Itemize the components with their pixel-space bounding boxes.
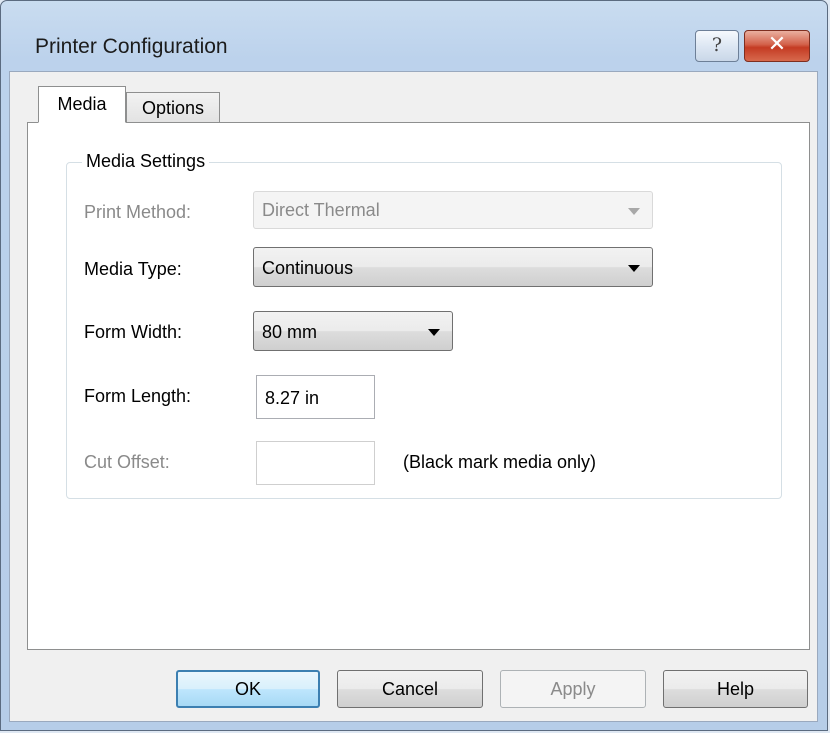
cut-offset-input [256,441,375,485]
print-method-label: Print Method: [84,202,192,222]
black-mark-note: (Black mark media only) [403,452,597,472]
media-type-label: Media Type: [84,259,182,279]
form-length-input[interactable]: 8.27 in [256,375,375,419]
form-width-select[interactable]: 80 mm [253,311,453,351]
chevron-down-icon [628,208,640,215]
chevron-down-icon [428,329,440,336]
print-method-select: Direct Thermal [253,191,653,229]
cancel-button[interactable]: Cancel [337,670,483,708]
title-bar[interactable]: Printer Configuration ? ✕ [1,1,827,71]
media-settings-group-label: Media Settings [82,151,210,172]
title-help-button[interactable]: ? [695,30,739,62]
question-mark-icon: ? [711,34,723,56]
media-type-select[interactable]: Continuous [253,247,653,287]
form-width-value: 80 mm [262,322,318,342]
close-icon: ✕ [767,32,787,57]
form-length-value: 8.27 in [265,388,320,408]
tab-media[interactable]: Media [38,86,126,123]
form-length-label: Form Length: [84,386,192,406]
form-width-label: Form Width: [84,322,183,342]
print-method-value: Direct Thermal [262,200,380,220]
ok-button[interactable]: OK [176,670,320,708]
chevron-down-icon [628,265,640,272]
title-close-button[interactable]: ✕ [744,30,810,62]
cut-offset-label: Cut Offset: [84,452,170,472]
tab-options[interactable]: Options [126,92,220,123]
media-type-value: Continuous [262,258,354,278]
help-button[interactable]: Help [663,670,808,708]
apply-button: Apply [500,670,646,708]
dialog-title: Printer Configuration [35,35,228,58]
